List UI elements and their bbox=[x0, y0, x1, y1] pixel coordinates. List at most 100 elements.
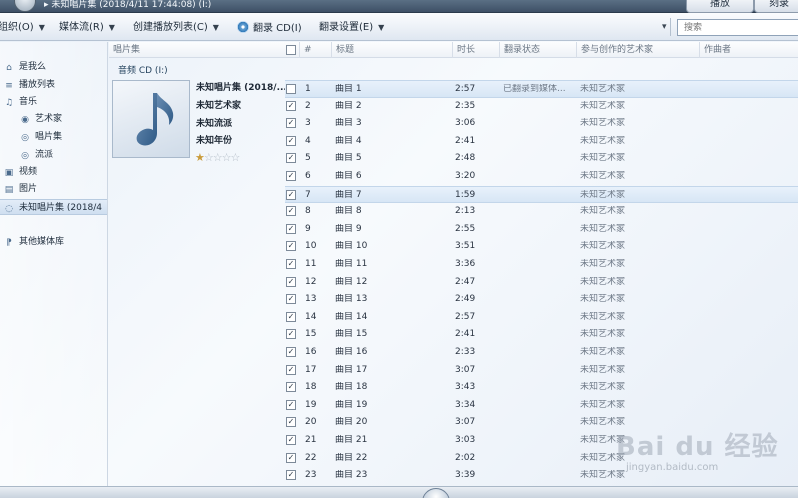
track-checkbox[interactable]: ✓ bbox=[286, 153, 296, 164]
sidebar-item-video[interactable]: ▣ 视频 bbox=[4, 164, 111, 180]
rip-settings-menu[interactable]: 翻录设置(E) ▼ bbox=[319, 21, 384, 35]
track-checkbox[interactable]: ✓ bbox=[286, 435, 296, 445]
sidebar-item-label: 播放列表 bbox=[19, 80, 56, 90]
table-row[interactable]: ✓ 16 曲目 16 2:33 未知艺术家 bbox=[285, 344, 798, 362]
album-art[interactable] bbox=[112, 80, 190, 158]
track-checkbox[interactable]: ✓ bbox=[286, 417, 296, 428]
sidebar-item-other-libraries[interactable]: ⁋ 其他媒体库 bbox=[4, 234, 111, 250]
table-row[interactable]: ✓ 7 曲目 7 1:59 未知艺术家 bbox=[285, 185, 798, 204]
column-header-album[interactable]: 唱片集 bbox=[109, 42, 285, 58]
table-row[interactable]: ✓ 21 曲目 21 3:03 未知艺术家 bbox=[285, 432, 798, 450]
track-checkbox[interactable]: ✓ bbox=[286, 382, 296, 393]
track-artist: 未知艺术家 bbox=[580, 84, 626, 94]
track-checkbox[interactable]: ✓ bbox=[286, 206, 296, 217]
tab-play[interactable]: 播放 bbox=[686, 0, 754, 13]
star-icon[interactable]: ☆ bbox=[231, 151, 241, 164]
track-rip-status: 已翻录到媒体... bbox=[503, 84, 566, 94]
column-header-title[interactable]: 标题 bbox=[331, 42, 453, 58]
table-row[interactable]: ✓ 13 曲目 13 2:49 未知艺术家 bbox=[285, 291, 798, 309]
breadcrumb[interactable]: ▸ 未知唱片集 (2018/4/11 17:44:08) (I:) bbox=[44, 0, 604, 12]
create-playlist-menu[interactable]: 创建播放列表(C) ▼ bbox=[133, 21, 219, 35]
table-row[interactable]: ✓ 10 曲目 10 3:51 未知艺术家 bbox=[285, 238, 798, 256]
table-row[interactable]: ✓ 23 曲目 23 3:39 未知艺术家 bbox=[285, 467, 798, 485]
track-artist: 未知艺术家 bbox=[580, 223, 626, 234]
view-options-icon[interactable]: ▾ bbox=[662, 22, 667, 32]
track-checkbox[interactable]: ✓ bbox=[286, 135, 296, 146]
track-checkbox[interactable]: ✓ bbox=[286, 171, 296, 181]
track-checkbox[interactable]: ✓ bbox=[286, 223, 296, 234]
track-checkbox[interactable] bbox=[286, 84, 296, 94]
track-checkbox[interactable]: ✓ bbox=[286, 241, 296, 252]
track-checkbox[interactable]: ✓ bbox=[286, 470, 296, 481]
table-row[interactable]: ✓ 19 曲目 19 3:34 未知艺术家 bbox=[285, 397, 798, 415]
tab-burn[interactable]: 刻录 bbox=[754, 0, 798, 13]
track-checkbox[interactable]: ✓ bbox=[286, 399, 296, 410]
star-icon[interactable]: ☆ bbox=[213, 151, 223, 164]
table-row[interactable]: ✓ 12 曲目 12 2:47 未知艺术家 bbox=[285, 274, 798, 292]
table-row[interactable]: ✓ 17 曲目 17 3:07 未知艺术家 bbox=[285, 362, 798, 380]
sidebar-item-cd[interactable]: ◌ 未知唱片集 (2018/4 bbox=[0, 199, 107, 215]
column-header-length[interactable]: 时长 bbox=[452, 42, 500, 58]
column-header-rip-status[interactable]: 翻录状态 bbox=[499, 42, 577, 58]
column-header-number[interactable]: # bbox=[299, 42, 329, 58]
track-length: 2:41 bbox=[455, 329, 476, 340]
table-row[interactable]: ✓ 11 曲目 11 3:36 未知艺术家 bbox=[285, 256, 798, 274]
track-checkbox[interactable]: ✓ bbox=[286, 347, 296, 357]
track-checkbox[interactable]: ✓ bbox=[286, 189, 296, 200]
star-icon[interactable]: ★ bbox=[195, 151, 205, 164]
table-row[interactable]: ✓ 2 曲目 2 2:35 未知艺术家 bbox=[285, 98, 798, 116]
track-length: 2:13 bbox=[455, 206, 476, 217]
playlist-icon: ≡ bbox=[5, 81, 13, 91]
track-checkbox[interactable]: ✓ bbox=[286, 452, 296, 463]
table-row[interactable]: ✓ 14 曲目 14 2:57 未知艺术家 bbox=[285, 309, 798, 327]
track-checkbox[interactable]: ✓ bbox=[286, 294, 296, 305]
sidebar-item-user[interactable]: ⌂ 是我么 bbox=[4, 59, 111, 75]
column-header-composer[interactable]: 作曲者 bbox=[699, 42, 798, 58]
sidebar-item-album[interactable]: ◎ 唱片集 bbox=[20, 129, 107, 145]
track-length: 3:07 bbox=[455, 364, 476, 375]
track-checkbox[interactable]: ✓ bbox=[286, 311, 296, 322]
track-checkbox[interactable]: ✓ bbox=[286, 100, 296, 111]
rip-cd-label: 翻录 CD(I) bbox=[253, 23, 302, 34]
sidebar-item-music[interactable]: ♫ 音乐 bbox=[4, 94, 111, 110]
sidebar-item-playlists[interactable]: ≡ 播放列表 bbox=[4, 77, 111, 93]
track-number: 5 bbox=[305, 153, 311, 164]
sidebar-item-label: 艺术家 bbox=[35, 114, 63, 124]
stream-menu[interactable]: 媒体流(R) ▼ bbox=[59, 21, 115, 35]
track-checkbox[interactable]: ✓ bbox=[286, 259, 296, 269]
sidebar-item-artist[interactable]: ◉ 艺术家 bbox=[20, 111, 107, 127]
rating-stars[interactable]: ★☆☆☆☆ bbox=[195, 151, 241, 164]
table-row[interactable]: ✓ 20 曲目 20 3:07 未知艺术家 bbox=[285, 414, 798, 432]
star-icon[interactable]: ☆ bbox=[204, 151, 214, 164]
search-box[interactable] bbox=[677, 19, 798, 36]
table-row[interactable]: ✓ 18 曲目 18 3:43 未知艺术家 bbox=[285, 379, 798, 397]
sidebar-item-pictures[interactable]: ▤ 图片 bbox=[4, 181, 111, 197]
star-icon[interactable]: ☆ bbox=[222, 151, 232, 164]
track-checkbox[interactable]: ✓ bbox=[286, 329, 296, 340]
track-length: 3:03 bbox=[455, 435, 476, 445]
table-row[interactable]: 1 曲目 1 2:57 已翻录到媒体... 未知艺术家 bbox=[285, 80, 798, 98]
table-row[interactable]: ✓ 5 曲目 5 2:48 未知艺术家 bbox=[285, 150, 798, 168]
chevron-down-icon: ▼ bbox=[108, 23, 115, 32]
table-row[interactable]: ✓ 8 曲目 8 2:13 未知艺术家 bbox=[285, 203, 798, 221]
table-row[interactable]: ✓ 3 曲目 3 3:06 未知艺术家 bbox=[285, 115, 798, 133]
track-checkbox[interactable]: ✓ bbox=[286, 364, 296, 375]
track-title: 曲目 13 bbox=[335, 294, 368, 305]
track-length: 1:59 bbox=[455, 189, 476, 200]
track-checkbox[interactable]: ✓ bbox=[286, 118, 296, 129]
back-button[interactable] bbox=[14, 0, 36, 12]
sidebar-item-genre[interactable]: ◎ 流派 bbox=[20, 147, 107, 163]
track-checkbox[interactable]: ✓ bbox=[286, 276, 296, 287]
track-number: 14 bbox=[305, 311, 317, 322]
table-row[interactable]: ✓ 22 曲目 22 2:02 未知艺术家 bbox=[285, 450, 798, 468]
table-row[interactable]: ✓ 4 曲目 4 2:41 未知艺术家 bbox=[285, 133, 798, 151]
table-row[interactable]: ✓ 15 曲目 15 2:41 未知艺术家 bbox=[285, 326, 798, 344]
rip-cd-button[interactable]: 翻录 CD(I) bbox=[237, 21, 302, 35]
organize-menu[interactable]: 组织(O) ▼ bbox=[0, 21, 45, 35]
select-all-checkbox[interactable] bbox=[286, 45, 296, 55]
track-artist: 未知艺术家 bbox=[580, 382, 626, 393]
table-row[interactable]: ✓ 6 曲目 6 3:20 未知艺术家 bbox=[285, 168, 798, 186]
search-input[interactable] bbox=[684, 21, 784, 34]
column-header-artist[interactable]: 参与创作的艺术家 bbox=[576, 42, 700, 58]
table-row[interactable]: ✓ 9 曲目 9 2:55 未知艺术家 bbox=[285, 221, 798, 239]
